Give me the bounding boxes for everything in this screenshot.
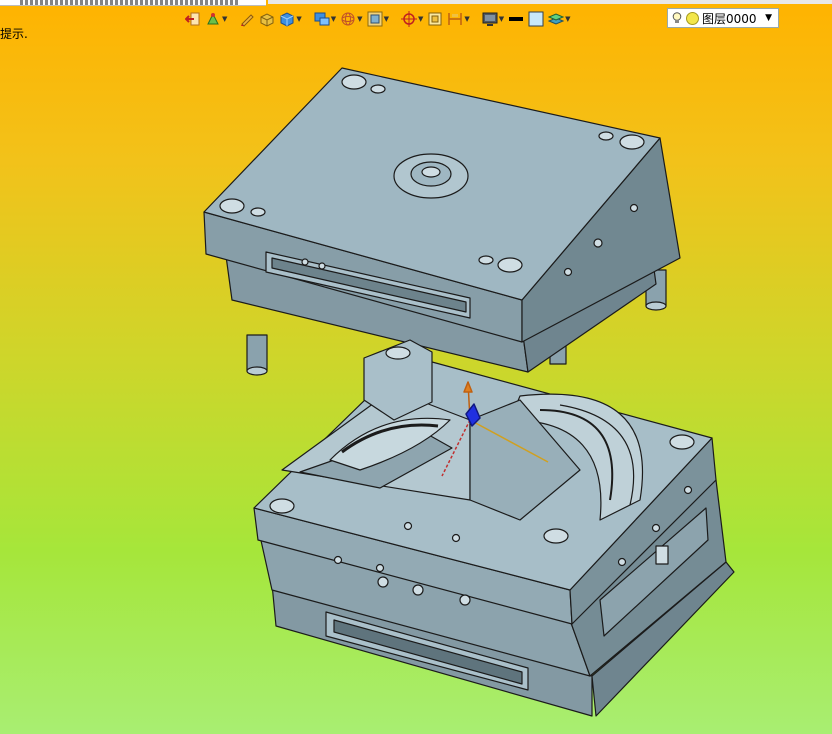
bottom-mold-plate: [253, 339, 735, 717]
model-viewport[interactable]: [0, 0, 832, 734]
mold-model: [203, 67, 735, 717]
top-mold-plate: [203, 67, 681, 376]
